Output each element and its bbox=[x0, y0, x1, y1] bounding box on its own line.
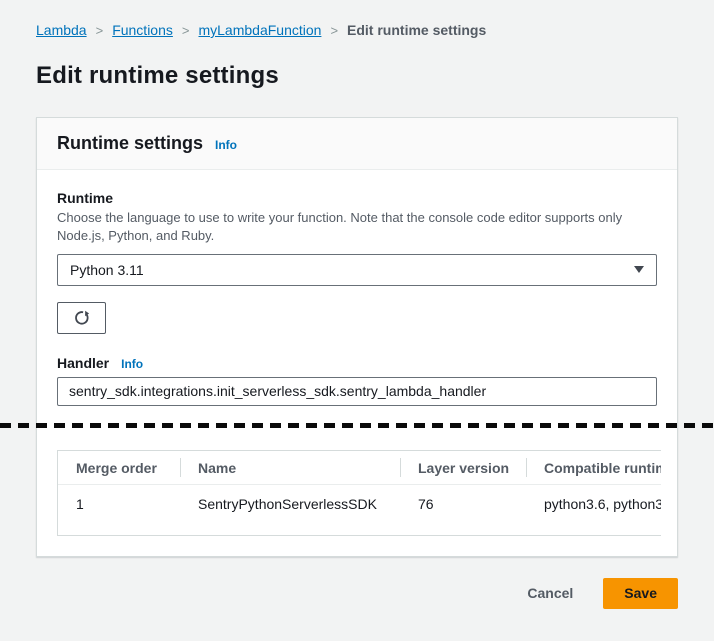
save-button[interactable]: Save bbox=[603, 578, 678, 609]
cell-compatible-runtimes: python3.6, python3.7 bbox=[526, 485, 661, 535]
cell-layer-name: SentryPythonServerlessSDK bbox=[180, 485, 400, 535]
breadcrumb-link-function-name[interactable]: myLambdaFunction bbox=[198, 22, 321, 38]
runtime-label: Runtime bbox=[57, 190, 657, 206]
handler-info-link[interactable]: Info bbox=[121, 357, 143, 371]
cell-merge-order: 1 bbox=[58, 485, 180, 535]
page-title: Edit runtime settings bbox=[36, 62, 678, 90]
page: Lambda > Functions > myLambdaFunction > … bbox=[0, 0, 714, 609]
column-header-layer-version: Layer version bbox=[400, 451, 526, 485]
breadcrumb-current-page: Edit runtime settings bbox=[347, 22, 486, 38]
breadcrumb: Lambda > Functions > myLambdaFunction > … bbox=[36, 22, 678, 38]
cancel-button[interactable]: Cancel bbox=[523, 579, 577, 607]
panel-info-link[interactable]: Info bbox=[215, 138, 237, 152]
breadcrumb-link-lambda[interactable]: Lambda bbox=[36, 22, 87, 38]
refresh-icon bbox=[73, 309, 91, 327]
refresh-runtimes-button[interactable] bbox=[57, 302, 106, 334]
layers-table: Merge order Name Layer version Compatibl… bbox=[58, 451, 661, 535]
handler-input[interactable] bbox=[57, 377, 657, 406]
handler-label-row: Handler Info bbox=[57, 355, 657, 371]
column-header-compatible-runtimes: Compatible runtimes bbox=[526, 451, 661, 485]
cell-layer-version: 76 bbox=[400, 485, 526, 535]
chevron-down-icon bbox=[634, 266, 644, 273]
layers-table-header-row: Merge order Name Layer version Compatibl… bbox=[58, 451, 661, 485]
table-row: 1 SentryPythonServerlessSDK 76 python3.6… bbox=[58, 485, 661, 535]
runtime-selected-value: Python 3.11 bbox=[70, 262, 144, 278]
handler-label: Handler bbox=[57, 355, 109, 371]
form-actions: Cancel Save bbox=[36, 578, 678, 609]
layers-table-container: Merge order Name Layer version Compatibl… bbox=[57, 450, 661, 536]
column-header-name: Name bbox=[180, 451, 400, 485]
breadcrumb-chevron-icon: > bbox=[321, 23, 347, 38]
panel-header: Runtime settings Info bbox=[37, 118, 677, 170]
breadcrumb-chevron-icon: > bbox=[87, 23, 113, 38]
column-header-merge-order: Merge order bbox=[58, 451, 180, 485]
screenshot-cut-dashed-divider bbox=[0, 423, 714, 428]
panel-body: Runtime Choose the language to use to wr… bbox=[37, 170, 677, 556]
runtime-description: Choose the language to use to write your… bbox=[57, 209, 653, 245]
runtime-settings-panel: Runtime settings Info Runtime Choose the… bbox=[36, 117, 678, 557]
panel-title: Runtime settings bbox=[57, 133, 203, 154]
breadcrumb-chevron-icon: > bbox=[173, 23, 199, 38]
breadcrumb-link-functions[interactable]: Functions bbox=[112, 22, 173, 38]
runtime-select[interactable]: Python 3.11 bbox=[57, 254, 657, 286]
